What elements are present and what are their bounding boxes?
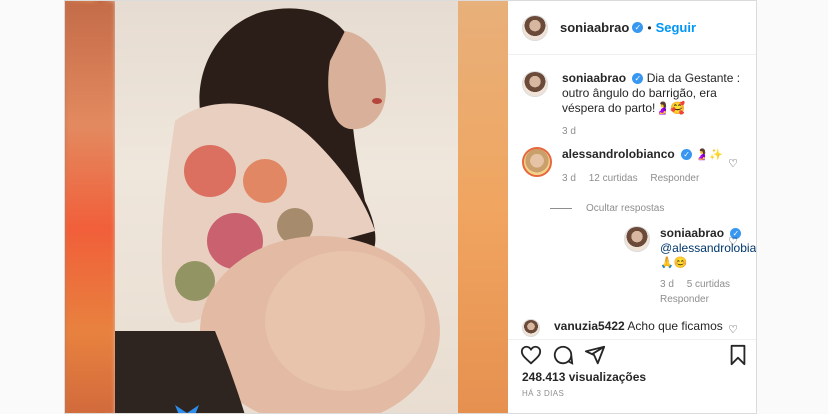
reply-meta: 3 d 5 curtidas Responder — [660, 277, 756, 307]
post-header: soniaabrao ✓ • Seguir — [508, 1, 756, 55]
caption-body: soniaabrao ✓ Dia da Gestante : outro âng… — [562, 71, 742, 139]
hide-replies-line — [550, 208, 572, 209]
comment-likes[interactable]: 12 curtidas — [589, 173, 638, 184]
action-icons — [520, 344, 616, 366]
caption-row: soniaabrao ✓ Dia da Gestante : outro âng… — [522, 71, 742, 139]
pregnant-woman-photo — [115, 1, 458, 413]
reply-text: 🙏😊 — [660, 257, 688, 269]
photo-illustration — [115, 8, 440, 413]
action-bar: 248.413 visualizações HÁ 3 DIAS — [508, 339, 756, 413]
photo-blur-left — [65, 1, 115, 413]
comment-time[interactable]: 3 d — [562, 173, 576, 184]
caption-username[interactable]: soniaabrao — [562, 71, 626, 85]
separator-dot: • — [647, 20, 652, 35]
next-comment-row: vanuzia5422 Acho que ficamos — [522, 319, 723, 337]
hide-replies-toggle[interactable]: Ocultar respostas — [550, 203, 664, 214]
caption-meta: 3 d — [562, 124, 742, 139]
verified-icon: ✓ — [681, 149, 693, 161]
reply-likes[interactable]: 5 curtidas — [687, 279, 730, 290]
comment-body: alessandrolobianco ✓ 🤰✨ 3 d 12 curtidas … — [562, 147, 732, 186]
avatar[interactable] — [522, 71, 548, 97]
comment-heart-icon[interactable]: ♡ — [728, 157, 738, 170]
caption-time[interactable]: 3 d — [562, 126, 576, 137]
photo-blur-right — [458, 1, 508, 413]
share-icon[interactable] — [584, 344, 606, 366]
heart-icon[interactable] — [520, 344, 542, 366]
reply-username[interactable]: soniaabrao — [660, 226, 724, 240]
next-comment-heart-icon[interactable]: ♡ — [728, 323, 738, 336]
avatar[interactable] — [624, 226, 650, 252]
next-comment-text: Acho que ficamos — [627, 319, 723, 333]
comment-row: alessandrolobianco ✓ 🤰✨ 3 d 12 curtidas … — [522, 147, 732, 186]
avatar[interactable] — [522, 319, 540, 337]
post-container: soniaabrao ✓ • Seguir soniaabrao ✓ Dia d… — [64, 0, 757, 414]
post-photo[interactable] — [65, 1, 508, 413]
comment-username[interactable]: alessandrolobianco — [562, 147, 675, 161]
comments-panel[interactable]: soniaabrao ✓ Dia da Gestante : outro âng… — [508, 55, 756, 339]
reply-button[interactable]: Responder — [660, 292, 756, 307]
verified-icon: ✓ — [632, 73, 644, 85]
bookmark-icon[interactable] — [728, 344, 748, 366]
follow-button[interactable]: Seguir — [656, 20, 696, 35]
comment-text: 🤰✨ — [695, 149, 723, 161]
next-comment-body: vanuzia5422 Acho que ficamos — [554, 319, 723, 337]
reply-button[interactable]: Responder — [650, 173, 699, 184]
comment-meta: 3 d 12 curtidas Responder — [562, 171, 732, 186]
reply-mention[interactable]: @alessandrolobianco — [660, 241, 756, 256]
avatar[interactable] — [522, 14, 548, 41]
avatar[interactable] — [522, 147, 552, 177]
comment-icon[interactable] — [552, 344, 574, 366]
view-count[interactable]: 248.413 visualizações — [522, 370, 646, 384]
next-comment-username[interactable]: vanuzia5422 — [554, 319, 625, 333]
save-button[interactable] — [728, 344, 748, 371]
post-date[interactable]: HÁ 3 DIAS — [522, 389, 564, 398]
hide-replies-label[interactable]: Ocultar respostas — [586, 203, 664, 214]
verified-icon: ✓ — [632, 22, 644, 33]
reply-heart-icon[interactable]: ♡ — [728, 235, 738, 248]
reply-body: soniaabrao ✓ @alessandrolobianco 🙏😊 3 d … — [660, 226, 756, 307]
reply-time[interactable]: 3 d — [660, 279, 674, 290]
header-username[interactable]: soniaabrao — [560, 20, 629, 35]
